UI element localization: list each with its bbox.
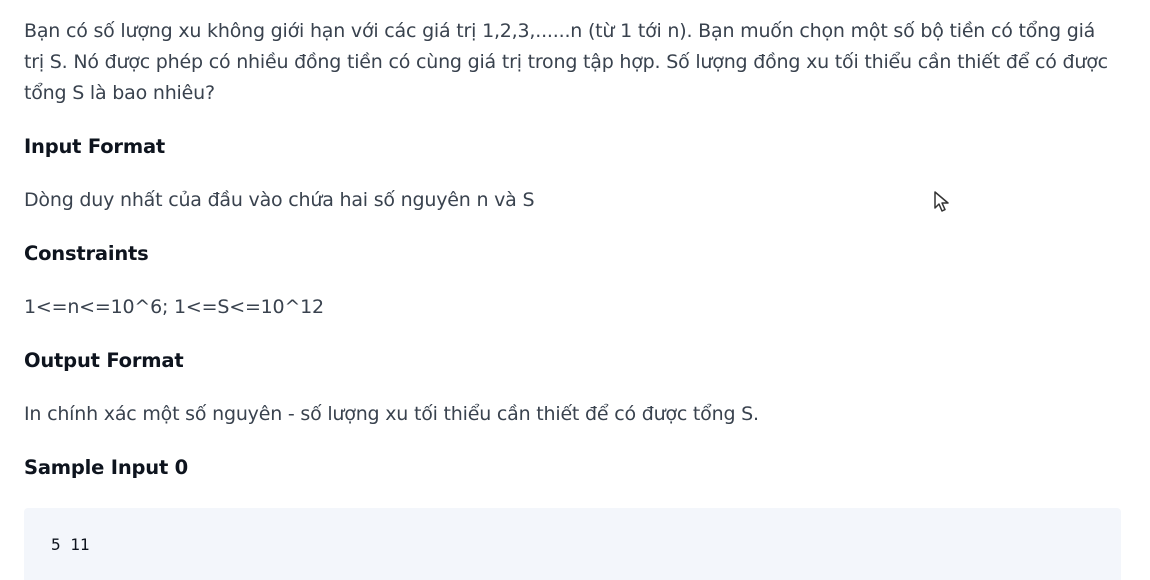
sample-input-code-block: 5 11	[24, 508, 1121, 580]
sample-input-value: 5 11	[51, 535, 90, 554]
mouse-pointer-icon	[934, 191, 949, 212]
constraints-heading: Constraints	[24, 242, 149, 265]
output-format-text: In chính xác một số nguyên - số lượng xu…	[24, 403, 759, 425]
output-format-heading: Output Format	[24, 349, 184, 372]
problem-statement-page: Bạn có số lượng xu không giới hạn với cá…	[0, 0, 1150, 580]
problem-intro: Bạn có số lượng xu không giới hạn với cá…	[24, 20, 1108, 104]
sample-input-heading: Sample Input 0	[24, 456, 189, 479]
constraints-text: 1<=n<=10^6; 1<=S<=10^12	[24, 296, 324, 318]
input-format-heading: Input Format	[24, 135, 166, 158]
input-format-text: Dòng duy nhất của đầu vào chứa hai số ng…	[24, 189, 535, 211]
